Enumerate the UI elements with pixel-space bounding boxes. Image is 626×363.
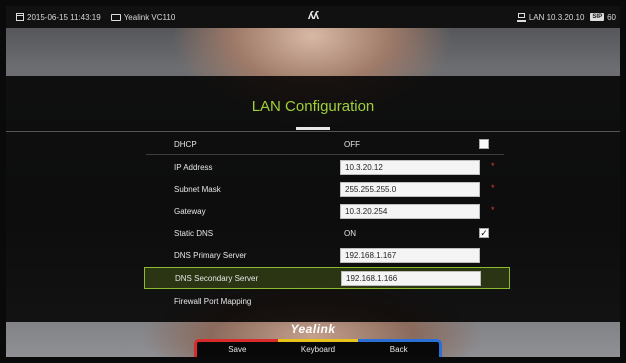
page-indicator bbox=[296, 127, 330, 130]
settings-panel: LAN Configuration DHCP OFF IP Address 10… bbox=[6, 76, 620, 322]
device-name: Yealink VC110 bbox=[123, 12, 176, 22]
calendar-icon bbox=[16, 13, 24, 21]
gateway-field[interactable]: 10.3.20.254 bbox=[340, 203, 480, 219]
setting-label: Firewall Port Mapping bbox=[174, 296, 252, 306]
setting-row-subnet-mask[interactable]: Subnet Mask 255.255.255.0 * bbox=[146, 179, 504, 199]
setting-row-dhcp[interactable]: DHCP OFF bbox=[146, 134, 504, 155]
camera-icon bbox=[110, 13, 121, 21]
lan-address: LAN 10.3.20.10 bbox=[528, 12, 585, 22]
sip-badge: SIP bbox=[590, 13, 605, 21]
setting-label: Gateway bbox=[174, 206, 206, 216]
required-indicator: * bbox=[491, 183, 495, 193]
video-background: 2015-06-15 11:43:19 Yealink VC110 ʎʎ LAN… bbox=[6, 6, 620, 357]
back-button[interactable]: Back bbox=[358, 339, 443, 357]
setting-row-dns-primary[interactable]: DNS Primary Server 192.168.1.167 bbox=[146, 245, 504, 265]
setting-label: IP Address bbox=[174, 162, 213, 172]
setting-row-gateway[interactable]: Gateway 10.3.20.254 * bbox=[146, 201, 504, 221]
ip-address-field[interactable]: 10.3.20.12 bbox=[340, 159, 480, 175]
lan-icon bbox=[516, 12, 526, 22]
dhcp-checkbox[interactable] bbox=[479, 139, 489, 149]
keyboard-button[interactable]: Keyboard bbox=[277, 339, 359, 357]
setting-label: DNS Primary Server bbox=[174, 250, 247, 260]
save-button[interactable]: Save bbox=[194, 339, 278, 357]
setting-row-static-dns[interactable]: Static DNS ON ✓ bbox=[146, 223, 504, 243]
static-dns-checkbox[interactable]: ✓ bbox=[479, 228, 489, 238]
settings-list: DHCP OFF IP Address 10.3.20.12 * Subnet … bbox=[144, 132, 510, 311]
device-indicator: Yealink VC110 bbox=[110, 12, 176, 22]
setting-row-dns-secondary[interactable]: DNS Secondary Server 192.168.1.166 bbox=[144, 267, 510, 289]
setting-label: DHCP bbox=[174, 139, 197, 149]
datetime-text: 2015-06-15 11:43:19 bbox=[27, 12, 101, 22]
setting-label: Static DNS bbox=[174, 228, 214, 238]
subnet-mask-field[interactable]: 255.255.255.0 bbox=[340, 181, 480, 197]
datetime-indicator: 2015-06-15 11:43:19 bbox=[16, 13, 101, 22]
setting-label: DNS Secondary Server bbox=[175, 273, 259, 283]
required-indicator: * bbox=[491, 205, 495, 215]
sip-badge-tail: 60 bbox=[607, 12, 616, 22]
static-dns-value: ON bbox=[344, 228, 356, 238]
brand-watermark: Yealink bbox=[290, 322, 336, 336]
dns-secondary-field[interactable]: 192.168.1.166 bbox=[341, 270, 481, 286]
status-bar: 2015-06-15 11:43:19 Yealink VC110 ʎʎ LAN… bbox=[6, 6, 620, 28]
dns-primary-field[interactable]: 192.168.1.167 bbox=[340, 247, 480, 263]
lan-indicator: LAN 10.3.20.10 bbox=[516, 12, 585, 22]
brand-logo: ʎʎ bbox=[307, 10, 319, 22]
softkey-bar: Save Keyboard Back bbox=[194, 339, 443, 357]
dhcp-value: OFF bbox=[344, 139, 360, 149]
setting-label: Subnet Mask bbox=[174, 184, 221, 194]
page-title: LAN Configuration bbox=[251, 98, 375, 115]
sip-indicator: SIP 60 bbox=[590, 13, 616, 22]
setting-row-firewall-port-mapping[interactable]: Firewall Port Mapping bbox=[146, 291, 504, 311]
setting-row-ip-address[interactable]: IP Address 10.3.20.12 * bbox=[146, 157, 504, 177]
required-indicator: * bbox=[491, 161, 495, 171]
